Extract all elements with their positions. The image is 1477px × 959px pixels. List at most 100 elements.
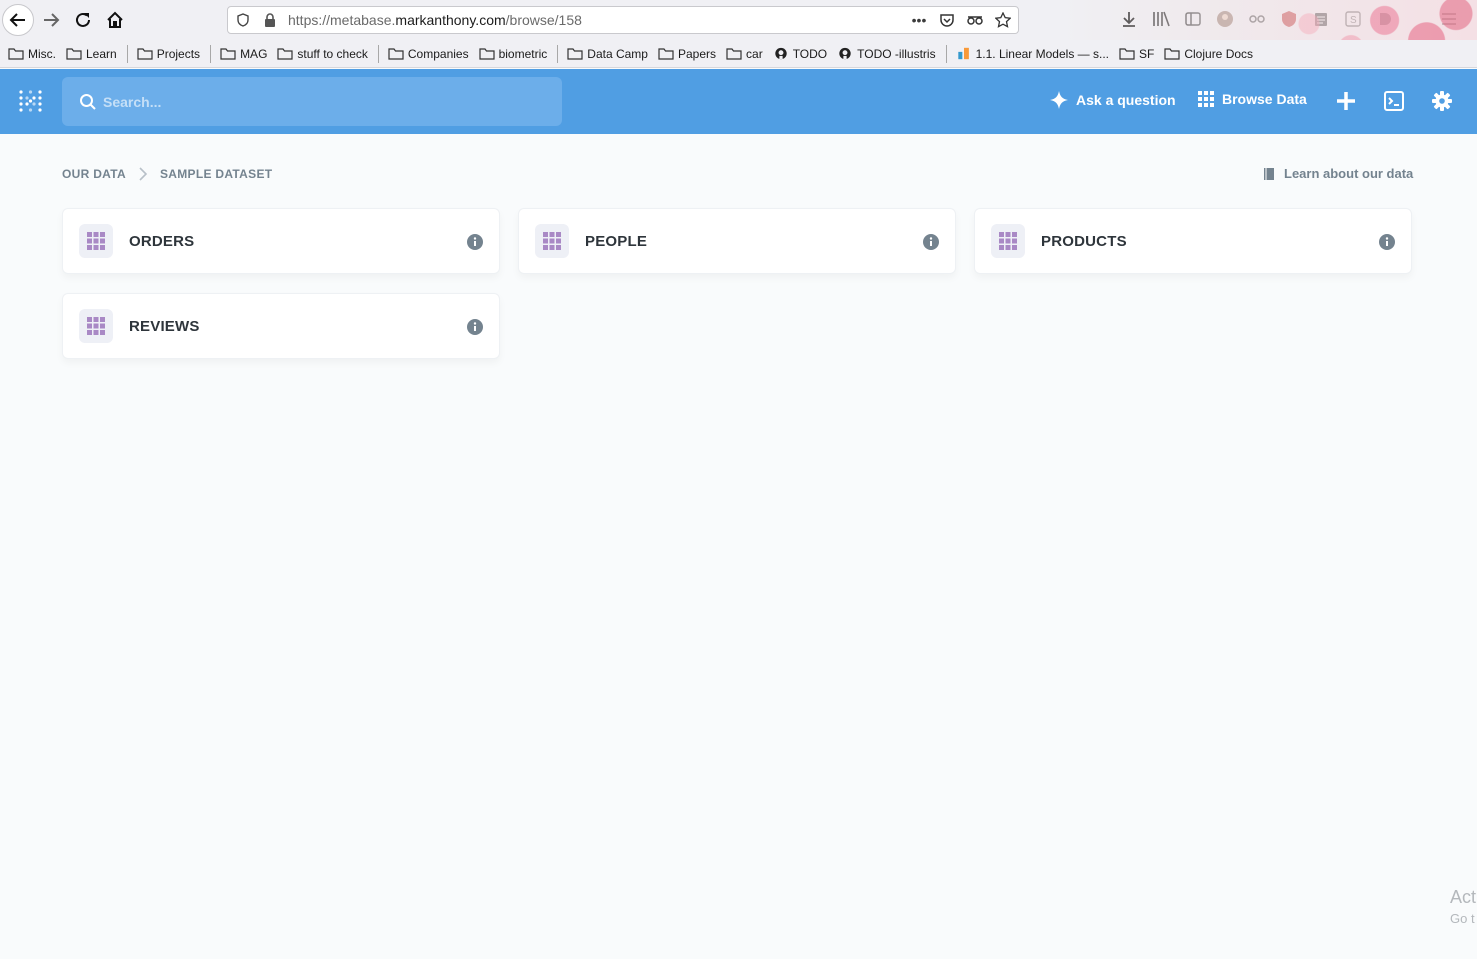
breadcrumb-our-data[interactable]: OUR DATA bbox=[62, 167, 126, 181]
arrow-right-icon bbox=[44, 13, 60, 27]
table-name: REVIEWS bbox=[129, 317, 200, 335]
shield-icon[interactable] bbox=[236, 13, 250, 27]
browser-toolbar: https://metabase.markanthony.com/browse/… bbox=[0, 0, 1477, 40]
address-bar[interactable]: https://metabase.markanthony.com/browse/… bbox=[227, 6, 1019, 34]
bookmark-separator bbox=[377, 44, 379, 63]
forward-button[interactable] bbox=[35, 4, 67, 36]
sklearn-icon bbox=[957, 47, 969, 60]
notes-icon[interactable] bbox=[1310, 8, 1332, 30]
settings-button[interactable] bbox=[1430, 89, 1454, 113]
sql-editor-button[interactable] bbox=[1382, 89, 1406, 113]
table-card-people[interactable]: PEOPLE bbox=[518, 208, 956, 274]
browse-data-label: Browse Data bbox=[1222, 91, 1307, 107]
bookmark-separator bbox=[126, 44, 128, 63]
grid-icon bbox=[1198, 91, 1214, 107]
folder-icon bbox=[8, 48, 24, 60]
more-actions-icon[interactable]: ••• bbox=[910, 11, 928, 29]
folder-icon bbox=[478, 48, 495, 60]
table-card-products[interactable]: PRODUCTS bbox=[974, 208, 1412, 274]
table-name: PRODUCTS bbox=[1041, 232, 1127, 250]
chevron-right-icon bbox=[139, 167, 148, 181]
folder-icon bbox=[277, 48, 294, 60]
reload-icon bbox=[76, 12, 90, 27]
folder-icon bbox=[388, 48, 404, 60]
folder-icon bbox=[658, 48, 674, 60]
home-button[interactable] bbox=[99, 4, 131, 36]
bookmark-item[interactable]: Papers bbox=[658, 47, 716, 61]
shield-badge-icon bbox=[1406, 8, 1428, 30]
bookmarks-toolbar: Misc. Learn Projects MAG stuff to check … bbox=[0, 40, 1477, 68]
lock-icon[interactable] bbox=[264, 13, 276, 27]
folder-icon bbox=[66, 48, 82, 60]
new-button[interactable] bbox=[1334, 89, 1358, 113]
metabase-logo-icon[interactable] bbox=[18, 89, 43, 114]
windows-activation-watermark: Act Go t bbox=[1450, 886, 1476, 930]
sparkle-icon bbox=[1050, 91, 1068, 109]
bookmark-item[interactable]: Data Camp bbox=[567, 47, 648, 61]
ublock-icon[interactable] bbox=[1278, 8, 1300, 30]
account-avatar-icon[interactable] bbox=[1214, 8, 1236, 30]
info-icon[interactable] bbox=[467, 319, 483, 335]
home-icon bbox=[107, 11, 123, 28]
breadcrumb-sample-dataset: SAMPLE DATASET bbox=[159, 167, 273, 181]
sidebar-icon[interactable] bbox=[1182, 8, 1204, 30]
reader-view-icon[interactable] bbox=[966, 11, 984, 29]
bookmark-item[interactable]: Companies bbox=[388, 47, 469, 61]
url-text[interactable]: https://metabase.markanthony.com/browse/… bbox=[288, 12, 582, 28]
watermark-line-2: Go t bbox=[1450, 911, 1475, 926]
table-card-reviews[interactable]: REVIEWS bbox=[62, 293, 500, 359]
bookmark-item[interactable]: biometric bbox=[478, 47, 547, 61]
search-input[interactable] bbox=[103, 93, 523, 110]
back-button[interactable] bbox=[2, 4, 34, 36]
bookmark-item[interactable]: car bbox=[726, 47, 763, 61]
browse-data-button[interactable]: Browse Data bbox=[1198, 91, 1307, 107]
folder-icon bbox=[567, 48, 583, 60]
d-extension-icon[interactable] bbox=[1374, 8, 1396, 30]
bookmark-separator bbox=[557, 44, 559, 63]
learn-about-data-link[interactable]: Learn about our data bbox=[1262, 166, 1413, 181]
search-icon bbox=[80, 93, 96, 110]
bookmark-item[interactable]: SF bbox=[1119, 47, 1154, 61]
extension-glasses-icon[interactable] bbox=[1246, 8, 1268, 30]
bookmark-item[interactable]: Misc. bbox=[8, 47, 56, 61]
menu-icon[interactable] bbox=[1438, 8, 1460, 30]
breadcrumb: OUR DATA SAMPLE DATASET bbox=[62, 167, 272, 181]
bookmark-item[interactable]: TODO bbox=[773, 47, 827, 61]
bookmark-item[interactable]: 1.1. Linear Models — s... bbox=[956, 47, 1109, 61]
table-name: PEOPLE bbox=[585, 232, 648, 250]
table-name: ORDERS bbox=[129, 232, 195, 250]
table-icon bbox=[79, 309, 113, 343]
ask-question-label: Ask a question bbox=[1076, 92, 1176, 108]
bookmark-item[interactable]: stuff to check bbox=[277, 47, 368, 61]
metabase-navbar: Ask a question Browse Data bbox=[0, 69, 1477, 134]
bookmark-item[interactable]: MAG bbox=[220, 47, 267, 61]
gear-icon bbox=[1432, 91, 1452, 111]
ask-question-button[interactable]: Ask a question bbox=[1050, 91, 1176, 109]
terminal-icon bbox=[1384, 91, 1404, 111]
folder-icon bbox=[1119, 48, 1135, 60]
table-card-orders[interactable]: ORDERS bbox=[62, 208, 500, 274]
github-icon bbox=[839, 47, 851, 60]
plus-icon bbox=[1337, 92, 1355, 110]
bookmark-item[interactable]: Clojure Docs bbox=[1164, 47, 1253, 61]
reference-book-icon bbox=[1264, 167, 1274, 180]
bookmark-separator bbox=[210, 44, 212, 63]
bookmark-item[interactable]: Projects bbox=[137, 47, 200, 61]
s-extension-icon[interactable]: S bbox=[1342, 8, 1364, 30]
pocket-icon[interactable] bbox=[938, 11, 956, 29]
reload-button[interactable] bbox=[67, 4, 99, 36]
bookmark-item[interactable]: Learn bbox=[66, 47, 117, 61]
download-icon[interactable] bbox=[1118, 8, 1140, 30]
learn-about-data-label: Learn about our data bbox=[1284, 166, 1414, 181]
search-box[interactable] bbox=[62, 77, 562, 126]
arrow-left-icon bbox=[9, 13, 25, 27]
bookmark-item[interactable]: TODO -illustris bbox=[837, 47, 936, 61]
star-bookmark-icon[interactable] bbox=[994, 11, 1012, 29]
info-icon[interactable] bbox=[467, 234, 483, 250]
info-icon[interactable] bbox=[923, 234, 939, 250]
svg-text:S: S bbox=[1350, 15, 1357, 26]
bookmark-separator bbox=[945, 44, 947, 63]
library-icon[interactable] bbox=[1150, 8, 1172, 30]
table-icon bbox=[991, 224, 1025, 258]
info-icon[interactable] bbox=[1379, 234, 1395, 250]
